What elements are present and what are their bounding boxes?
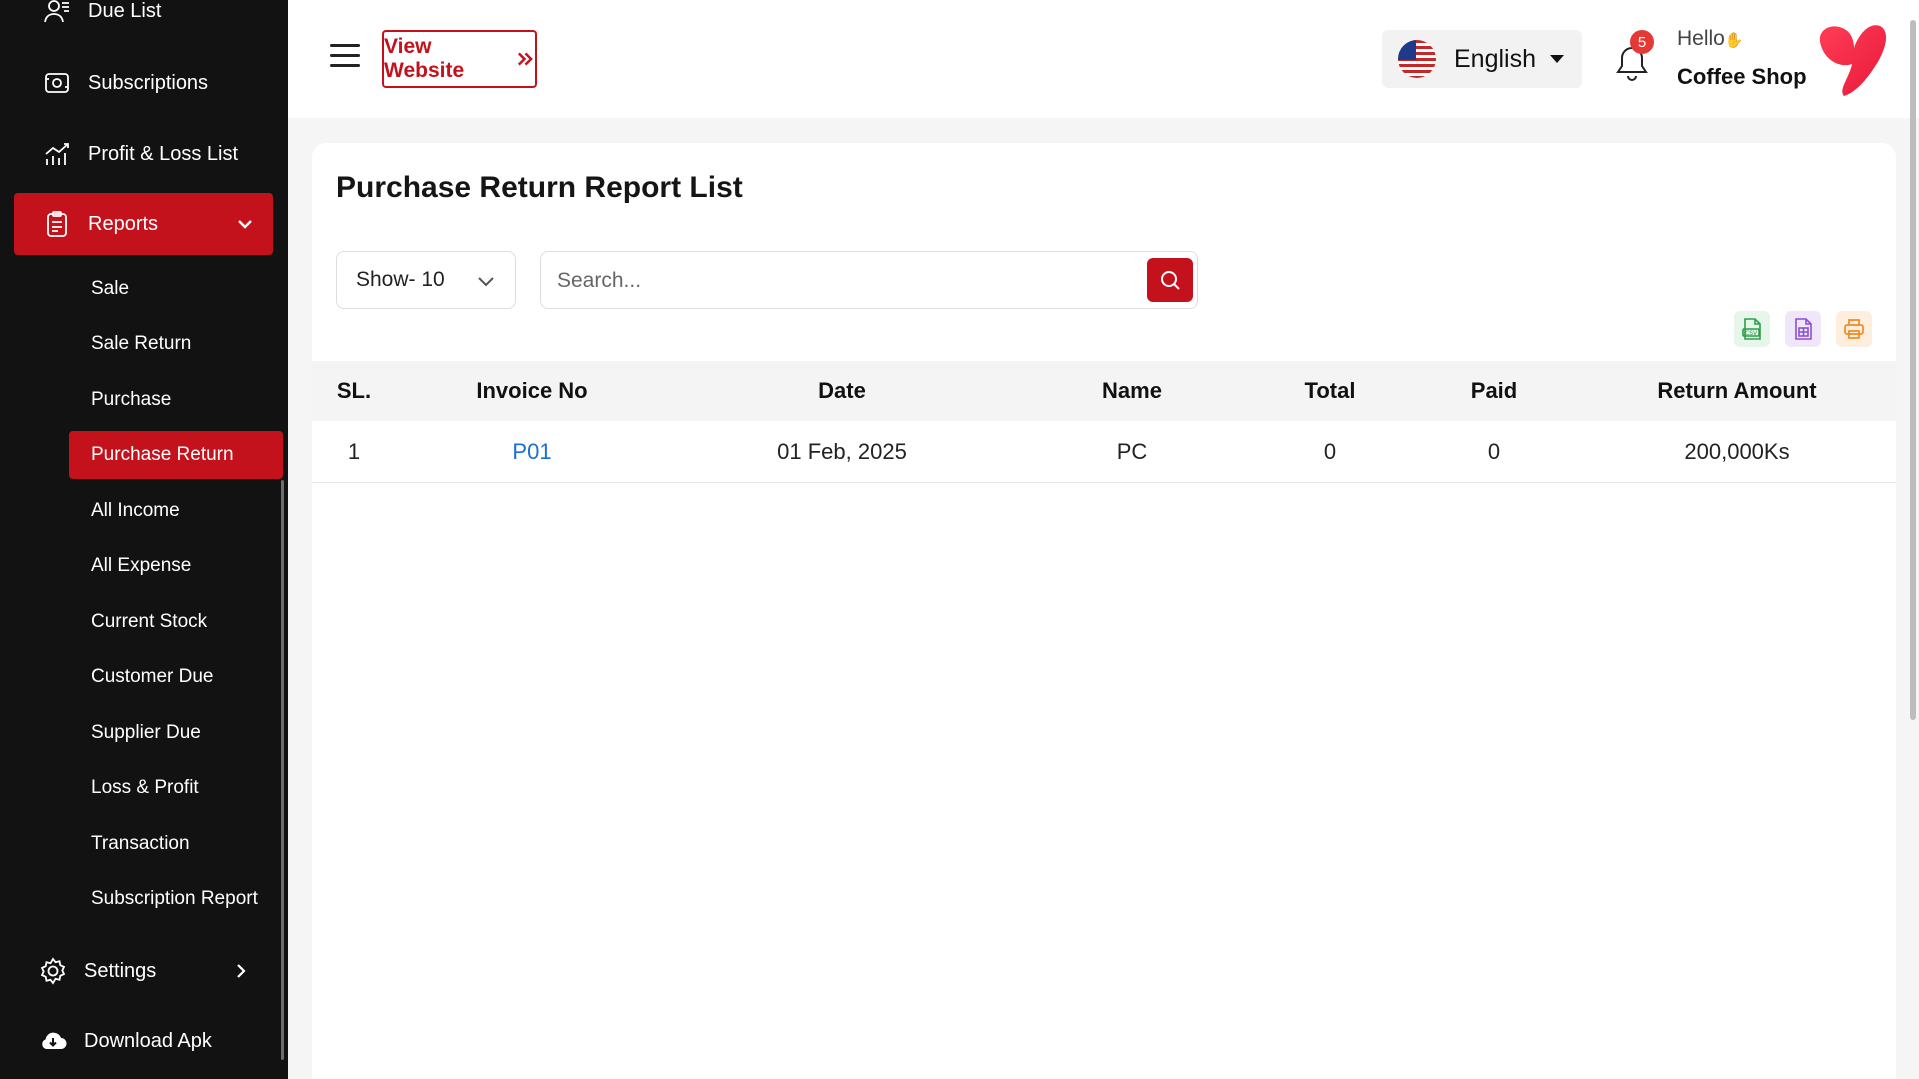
report-card: Purchase Return Report List Show- 10 CSV… [312, 143, 1896, 1079]
column-header-invoice[interactable]: Invoice No [442, 361, 622, 421]
page-title: Purchase Return Report List [336, 171, 743, 204]
cell-name: PC [1116, 439, 1148, 464]
view-website-label: View Website [384, 35, 465, 82]
column-header-name[interactable]: Name [1052, 361, 1212, 421]
menu-toggle-icon[interactable] [330, 44, 360, 68]
chevron-right-icon [237, 964, 246, 978]
column-header-date[interactable]: Date [732, 361, 952, 421]
sidebar-scrollbar[interactable] [281, 480, 284, 1060]
caret-down-icon [1550, 55, 1564, 63]
shop-name: Coffee Shop [1677, 64, 1807, 89]
sidebar-item-label: Settings [84, 959, 157, 982]
sidebar-subitem-loss-profit[interactable]: Loss & Profit [69, 764, 283, 812]
brand-logo[interactable] [1816, 20, 1888, 98]
printer-icon [1844, 319, 1864, 339]
sidebar-subitem-sale-return[interactable]: Sale Return [69, 320, 283, 368]
notification-badge: 5 [1630, 30, 1654, 54]
due-list-icon [42, 0, 72, 26]
page-scrollbar[interactable] [1910, 20, 1916, 720]
sidebar-item-settings[interactable]: Settings [10, 940, 269, 1002]
sidebar-subitem-all-expense[interactable]: All Expense [69, 542, 283, 590]
top-bar: View Website English 5 Hello✋ Coffee Sho… [288, 0, 1919, 118]
sidebar-subitem-current-stock[interactable]: Current Stock [69, 598, 283, 646]
export-csv-button[interactable]: CSV [1734, 311, 1770, 347]
language-label: English [1454, 44, 1536, 73]
cloud-download-icon [38, 1026, 68, 1056]
cell-paid: 0 [1487, 439, 1501, 464]
sidebar-item-download-apk[interactable]: Download Apk [10, 1010, 269, 1072]
reports-icon [42, 209, 72, 239]
export-excel-button[interactable] [1785, 311, 1821, 347]
svg-text:CSV: CSV [1745, 330, 1758, 337]
search-input[interactable] [557, 262, 1117, 300]
sidebar-item-label: Profit & Loss List [88, 142, 239, 165]
sidebar-subitem-purchase[interactable]: Purchase [69, 376, 283, 424]
sidebar-subitem-supplier-due[interactable]: Supplier Due [69, 709, 283, 757]
search-box [540, 251, 1198, 309]
column-header-sl[interactable]: SL. [312, 361, 396, 421]
sidebar-subitem-customer-due[interactable]: Customer Due [69, 653, 283, 701]
sidebar-item-subscriptions[interactable]: Subscriptions [14, 52, 273, 114]
greeting: Hello✋ [1677, 27, 1744, 50]
sidebar-item-due-list[interactable]: Due List [14, 0, 273, 42]
cell-date: 01 Feb, 2025 [777, 439, 907, 464]
double-chevron-right-icon [518, 52, 533, 66]
chevron-down-icon [238, 220, 252, 229]
sidebar-subitem-subscription-report[interactable]: Subscription Report [69, 875, 283, 923]
sidebar-subitem-sale[interactable]: Sale [69, 265, 283, 313]
spreadsheet-icon [1795, 318, 1812, 340]
column-header-return-amount[interactable]: Return Amount [1612, 361, 1862, 421]
sidebar-item-label: Due List [88, 0, 162, 22]
wave-hand-icon: ✋ [1724, 32, 1744, 49]
search-button[interactable] [1147, 258, 1193, 302]
subscriptions-icon [42, 68, 72, 98]
column-header-paid[interactable]: Paid [1414, 361, 1574, 421]
cell-sl: 1 [347, 439, 361, 464]
sidebar-subitem-transaction[interactable]: Transaction [69, 820, 283, 868]
sidebar-subitem-all-income[interactable]: All Income [69, 487, 283, 535]
print-button[interactable] [1836, 311, 1872, 347]
profit-loss-icon [42, 139, 72, 169]
sidebar-item-label: Reports [88, 212, 159, 235]
search-icon [1161, 271, 1180, 290]
show-entries-label: Show- 10 [356, 268, 445, 291]
view-website-button[interactable]: View Website [382, 30, 537, 88]
cell-invoice-link[interactable]: P01 [442, 421, 622, 483]
column-header-total[interactable]: Total [1250, 361, 1410, 421]
cell-total: 0 [1323, 439, 1337, 464]
chevron-down-icon [478, 277, 494, 287]
sidebar-item-reports[interactable]: Reports [14, 193, 273, 255]
csv-file-icon: CSV [1742, 318, 1761, 340]
show-entries-select[interactable]: Show- 10 [336, 251, 516, 309]
sidebar-subitem-purchase-return[interactable]: Purchase Return [69, 431, 283, 479]
sidebar-item-profit-loss[interactable]: Profit & Loss List [14, 123, 273, 185]
sidebar-item-label: Download Apk [84, 1029, 212, 1052]
table-header: SL. Invoice No Date Name Total Paid Retu… [312, 361, 1896, 421]
sidebar: Due List Subscriptions Profit & Loss Lis… [0, 0, 288, 1079]
language-select[interactable]: English [1382, 30, 1582, 88]
us-flag-icon [1398, 40, 1436, 78]
table-row: 1 P01 01 Feb, 2025 PC 0 0 200,000Ks [312, 421, 1896, 483]
cell-return-amount: 200,000Ks [1684, 439, 1790, 464]
settings-icon [38, 956, 68, 986]
sidebar-item-label: Subscriptions [88, 71, 209, 94]
